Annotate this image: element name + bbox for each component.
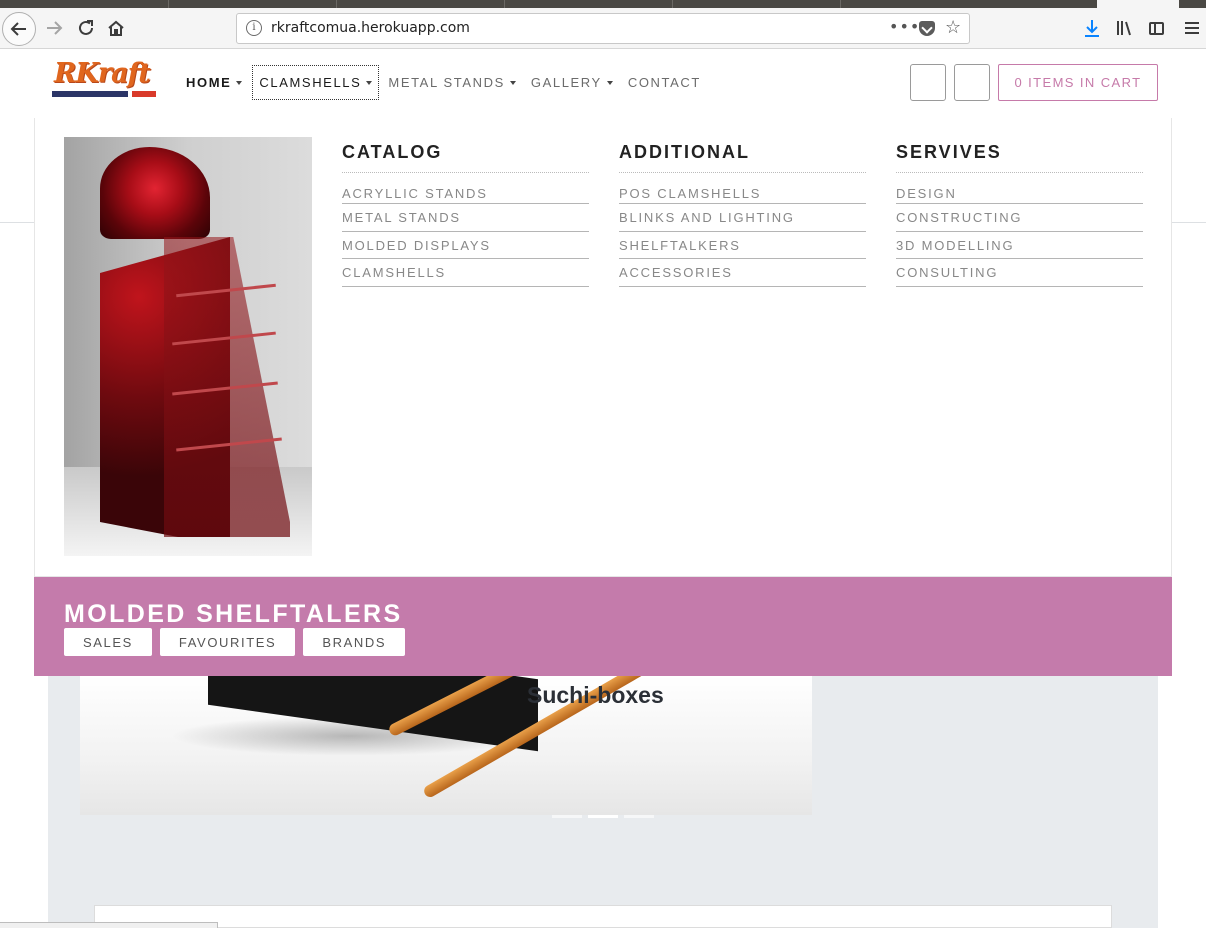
site-logo[interactable]: RKraft [52,58,158,100]
tab-separator [672,0,673,8]
hamburger-menu-button[interactable] [1178,14,1206,42]
browser-tab-strip [0,0,1206,8]
column-title: SERVIVES [896,142,1143,173]
caret-down-icon [236,80,243,85]
search-button[interactable] [910,64,946,101]
promo-tags: SALES FAVOURITES BRANDS [64,628,406,656]
back-button[interactable] [2,12,36,46]
menu-column-services: SERVIVES DESIGN CONSTRUCTING 3D MODELLIN… [896,142,1143,287]
address-bar[interactable]: i rkraftcomua.herokuapp.com ••• ☆ [236,13,970,44]
image-slider[interactable] [80,676,812,815]
pocket-icon[interactable] [919,21,935,36]
tag-brands-button[interactable]: BRANDS [303,628,406,656]
nav-contact-label: CONTACT [627,75,701,90]
column-links: POS CLAMSHELLS BLINKS AND LIGHTING SHELF… [619,187,866,287]
home-icon [108,20,124,36]
site-header: RKraft HOME CLAMSHELLS METAL STANDS GALL… [0,49,1206,118]
menu-link[interactable]: 3D MODELLING [896,232,1143,259]
menu-link[interactable]: BLINKS AND LIGHTING [619,204,866,232]
main-nav: HOME CLAMSHELLS METAL STANDS GALLERY CON… [180,65,710,100]
tab-separator [336,0,337,8]
caret-down-icon [366,80,373,85]
page-actions-icon[interactable]: ••• [889,17,920,36]
caret-down-icon [509,80,516,85]
slider-dot[interactable] [552,815,582,818]
reload-icon [79,20,93,35]
back-arrow-icon [10,22,26,36]
info-icon[interactable]: i [246,20,262,36]
nav-gallery[interactable]: GALLERY [525,65,619,100]
tag-favourites-button[interactable]: FAVOURITES [159,628,296,656]
nav-gallery-label: GALLERY [530,75,602,90]
forward-button[interactable] [40,14,68,42]
bookmark-star-icon[interactable]: ☆ [945,17,961,38]
sidebar-icon [1148,21,1164,35]
content-card [94,905,1112,928]
logo-text: RKraft [54,58,151,89]
active-tab[interactable] [1097,0,1179,8]
column-title: CATALOG [342,142,589,173]
reload-button[interactable] [72,14,100,42]
nav-clamshells-label: CLAMSHELLS [259,75,362,90]
nav-metal-stands[interactable]: METAL STANDS [382,65,521,100]
promo-title: MOLDED SHELFTALERS [64,600,403,628]
nav-metal-stands-label: METAL STANDS [388,75,505,90]
menu-link[interactable]: ACRYLLIC STANDS [342,187,589,204]
menu-link[interactable]: ACCESSORIES [619,259,866,287]
slider-indicators [552,815,654,818]
account-button[interactable] [954,64,990,101]
logo-bar [52,91,128,97]
menu-link[interactable]: POS CLAMSHELLS [619,187,866,204]
menu-column-catalog: CATALOG ACRYLLIC STANDS METAL STANDS MOL… [342,142,589,287]
rose-header-image [100,147,210,239]
tab-separator [168,0,169,8]
tag-sales-button[interactable]: SALES [64,628,152,656]
menu-link[interactable]: CLAMSHELLS [342,259,589,287]
nav-home[interactable]: HOME [180,65,248,100]
nav-clamshells[interactable]: CLAMSHELLS [252,65,380,100]
library-button[interactable] [1110,14,1138,42]
column-links: ACRYLLIC STANDS METAL STANDS MOLDED DISP… [342,187,589,287]
download-icon [1085,20,1099,37]
column-links: DESIGN CONSTRUCTING 3D MODELLING CONSULT… [896,187,1143,287]
cart-button[interactable]: 0 ITEMS IN CART [998,64,1158,101]
column-title: ADDITIONAL [619,142,866,173]
menu-link[interactable]: METAL STANDS [342,204,589,232]
logo-bar-accent [132,91,156,97]
forward-arrow-icon [47,21,63,35]
browser-toolbar: i rkraftcomua.herokuapp.com ••• ☆ [0,8,1206,49]
status-bar [0,922,218,928]
caret-down-icon [606,80,613,85]
menu-link[interactable]: MOLDED DISPLAYS [342,232,589,259]
menu-link[interactable]: CONSULTING [896,259,1143,287]
library-icon [1117,21,1131,36]
url-text[interactable]: rkraftcomua.herokuapp.com [271,20,470,36]
nav-contact[interactable]: CONTACT [622,65,707,100]
menu-link[interactable]: SHELFTALKERS [619,232,866,259]
menu-link[interactable]: CONSTRUCTING [896,204,1143,232]
tab-separator [504,0,505,8]
hamburger-icon [1185,22,1199,34]
home-button[interactable] [102,14,130,42]
slide-caption: Suchi-boxes [527,682,664,708]
mega-menu: CATALOG ACRYLLIC STANDS METAL STANDS MOL… [34,118,1172,577]
product-image [64,137,312,556]
slider-dot-active[interactable] [588,815,618,818]
promo-banner: MOLDED SHELFTALERS SALES FAVOURITES BRAN… [34,577,1172,676]
menu-column-additional: ADDITIONAL POS CLAMSHELLS BLINKS AND LIG… [619,142,866,287]
menu-link[interactable]: DESIGN [896,187,1143,204]
downloads-button[interactable] [1078,14,1106,42]
slider-dot[interactable] [624,815,654,818]
sidebar-button[interactable] [1142,14,1170,42]
nav-home-label: HOME [186,75,232,90]
tab-separator [840,0,841,8]
